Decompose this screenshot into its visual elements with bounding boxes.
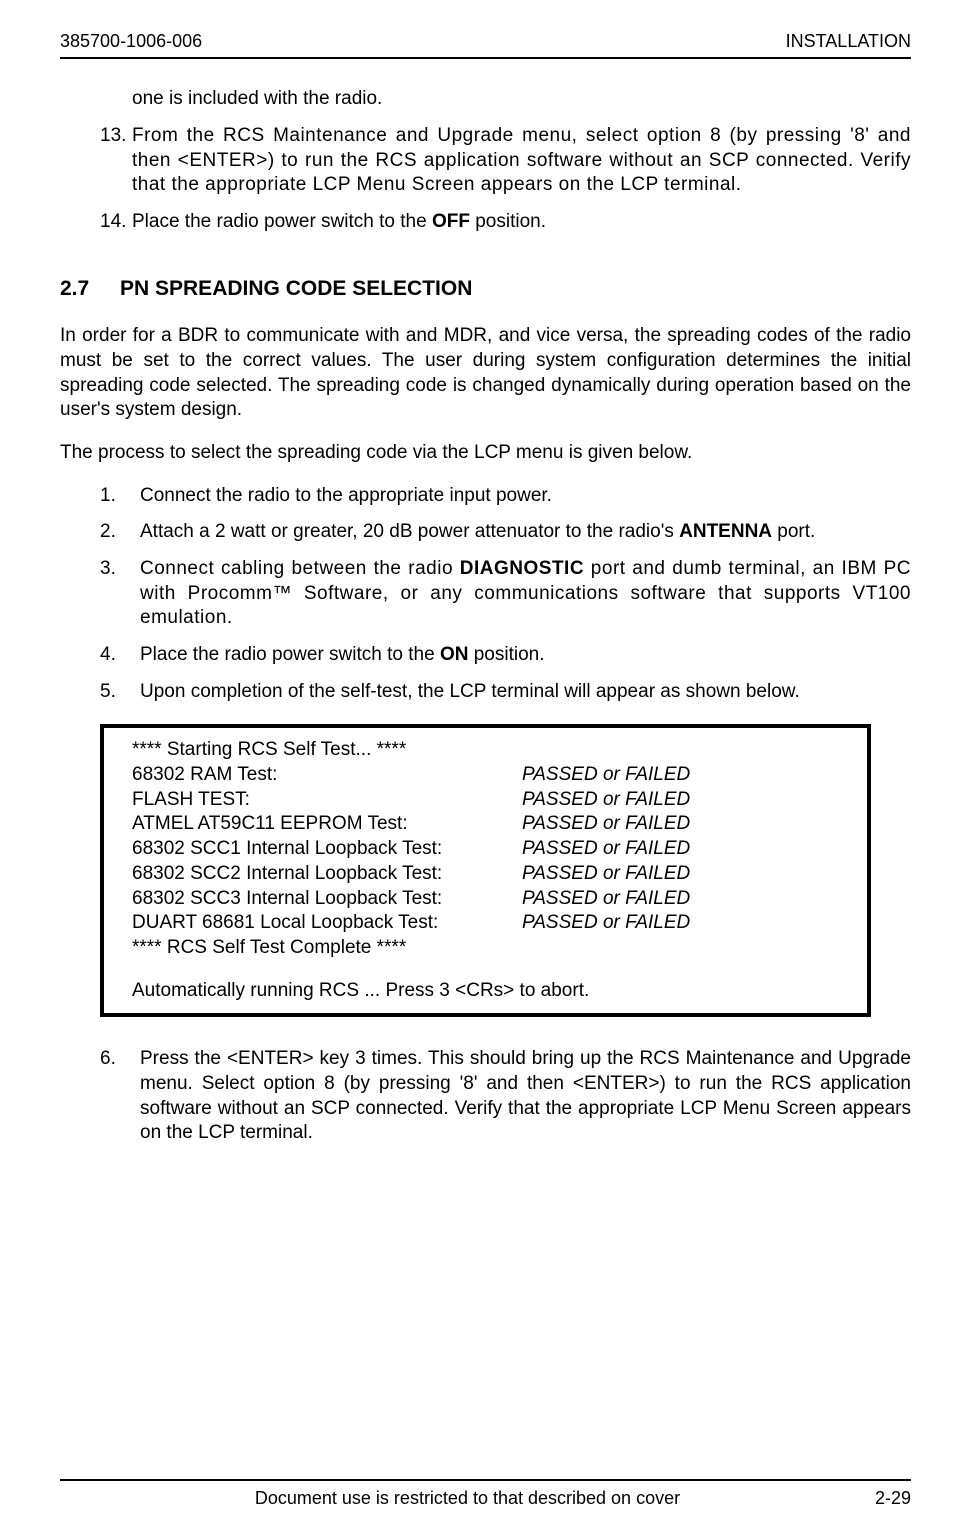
- terminal-test-result: PASSED or FAILED: [522, 911, 839, 936]
- text-bold: OFF: [432, 211, 470, 232]
- footer-page-number: 2-29: [875, 1487, 911, 1510]
- list-text: Upon completion of the self-test, the LC…: [140, 680, 911, 705]
- terminal-test-label: 68302 RAM Test:: [132, 763, 522, 788]
- terminal-row: 68302 SCC1 Internal Loopback Test: PASSE…: [132, 837, 839, 862]
- third-ordered-list: 6. Press the <ENTER> key 3 times. This s…: [60, 1047, 911, 1146]
- list-number: 5.: [100, 680, 140, 705]
- terminal-test-result: PASSED or FAILED: [522, 788, 839, 813]
- footer-center-text: Document use is restricted to that descr…: [255, 1487, 680, 1510]
- list-number: 1.: [100, 484, 140, 509]
- list-number: 4.: [100, 643, 140, 668]
- text-pre: Place the radio power switch to the: [140, 644, 440, 665]
- terminal-row: FLASH TEST: PASSED or FAILED: [132, 788, 839, 813]
- list-item: 14. Place the radio power switch to the …: [60, 210, 911, 235]
- page-header: 385700-1006-006 INSTALLATION: [60, 30, 911, 59]
- list-item: 1. Connect the radio to the appropriate …: [60, 484, 911, 509]
- list-item: 3. Connect cabling between the radio DIA…: [60, 557, 911, 631]
- text-bold: ON: [440, 644, 469, 665]
- terminal-test-result: PASSED or FAILED: [522, 837, 839, 862]
- terminal-test-result: PASSED or FAILED: [522, 763, 839, 788]
- section-number: 2.7: [60, 275, 120, 302]
- terminal-test-label: FLASH TEST:: [132, 788, 522, 813]
- list-number: 13.: [100, 124, 132, 198]
- text-post: position.: [468, 644, 544, 665]
- list-number: 14.: [100, 210, 132, 235]
- terminal-test-label: 68302 SCC3 Internal Loopback Test:: [132, 887, 522, 912]
- text-bold: ANTENNA: [679, 521, 772, 542]
- header-section-name: INSTALLATION: [786, 30, 911, 53]
- list-item: 5. Upon completion of the self-test, the…: [60, 680, 911, 705]
- terminal-end-line: **** RCS Self Test Complete ****: [132, 936, 839, 961]
- terminal-row: ATMEL AT59C11 EEPROM Test: PASSED or FAI…: [132, 812, 839, 837]
- terminal-output-box: **** Starting RCS Self Test... **** 6830…: [100, 724, 871, 1017]
- second-ordered-list: 1. Connect the radio to the appropriate …: [60, 484, 911, 705]
- terminal-test-label: 68302 SCC2 Internal Loopback Test:: [132, 862, 522, 887]
- terminal-row: DUART 68681 Local Loopback Test: PASSED …: [132, 911, 839, 936]
- terminal-test-result: PASSED or FAILED: [522, 887, 839, 912]
- text-post: position.: [470, 211, 546, 232]
- terminal-test-label: DUART 68681 Local Loopback Test:: [132, 911, 522, 936]
- list-item: 4. Place the radio power switch to the O…: [60, 643, 911, 668]
- list-item: 13. From the RCS Maintenance and Upgrade…: [60, 124, 911, 198]
- terminal-row: 68302 RAM Test: PASSED or FAILED: [132, 763, 839, 788]
- list-item: 6. Press the <ENTER> key 3 times. This s…: [60, 1047, 911, 1146]
- text-pre: Attach a 2 watt or greater, 20 dB power …: [140, 521, 679, 542]
- terminal-row: 68302 SCC2 Internal Loopback Test: PASSE…: [132, 862, 839, 887]
- list-text: Connect cabling between the radio DIAGNO…: [140, 557, 911, 631]
- spacer: [132, 961, 839, 979]
- page-footer: Document use is restricted to that descr…: [60, 1479, 911, 1510]
- terminal-start-line: **** Starting RCS Self Test... ****: [132, 738, 839, 763]
- terminal-test-label: 68302 SCC1 Internal Loopback Test:: [132, 837, 522, 862]
- text-post: port.: [772, 521, 815, 542]
- continued-paragraph: one is included with the radio.: [132, 87, 911, 112]
- body-paragraph: The process to select the spreading code…: [60, 441, 911, 466]
- list-item: 2. Attach a 2 watt or greater, 20 dB pow…: [60, 520, 911, 545]
- terminal-row: 68302 SCC3 Internal Loopback Test: PASSE…: [132, 887, 839, 912]
- list-text: Place the radio power switch to the ON p…: [140, 643, 911, 668]
- list-number: 6.: [100, 1047, 140, 1146]
- terminal-test-label: ATMEL AT59C11 EEPROM Test:: [132, 812, 522, 837]
- text-pre: Connect cabling between the radio: [140, 558, 460, 579]
- list-text: Press the <ENTER> key 3 times. This shou…: [140, 1047, 911, 1146]
- list-text: Attach a 2 watt or greater, 20 dB power …: [140, 520, 911, 545]
- text-pre: Place the radio power switch to the: [132, 211, 432, 232]
- list-text: From the RCS Maintenance and Upgrade men…: [132, 124, 911, 198]
- list-text: Connect the radio to the appropriate inp…: [140, 484, 911, 509]
- list-number: 2.: [100, 520, 140, 545]
- text-bold: DIAGNOSTIC: [460, 558, 584, 579]
- first-ordered-list: 13. From the RCS Maintenance and Upgrade…: [60, 124, 911, 235]
- section-title: PN SPREADING CODE SELECTION: [120, 275, 472, 302]
- section-heading: 2.7 PN SPREADING CODE SELECTION: [60, 275, 911, 302]
- list-text: Place the radio power switch to the OFF …: [132, 210, 911, 235]
- body-paragraph: In order for a BDR to communicate with a…: [60, 324, 911, 423]
- header-doc-number: 385700-1006-006: [60, 30, 202, 53]
- terminal-test-result: PASSED or FAILED: [522, 812, 839, 837]
- terminal-abort-line: Automatically running RCS ... Press 3 <C…: [132, 979, 839, 1004]
- terminal-test-result: PASSED or FAILED: [522, 862, 839, 887]
- list-number: 3.: [100, 557, 140, 631]
